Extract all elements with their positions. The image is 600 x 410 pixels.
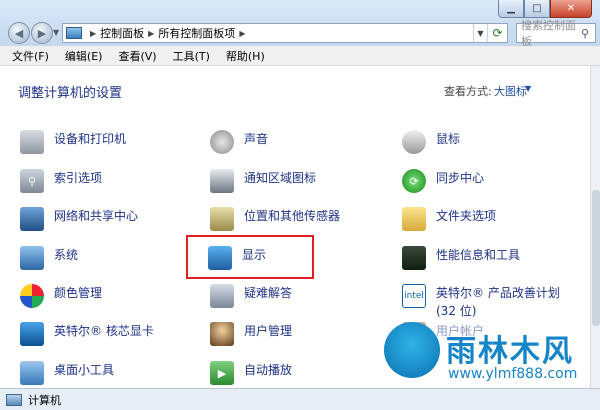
back-button[interactable]: ◀ [8, 22, 30, 44]
display-highlight-box [186, 235, 314, 279]
users-icon [210, 322, 234, 346]
control-panel-icon [66, 27, 82, 39]
printer-icon [20, 130, 44, 154]
item-indexing[interactable]: ⚲ 索引选项 [20, 169, 102, 193]
search-input[interactable]: 搜索控制面板 [521, 17, 581, 49]
item-devices-printers[interactable]: 设备和打印机 [20, 130, 126, 154]
forward-button[interactable]: ▶ [31, 22, 53, 44]
window-controls: ▁ □ ✕ [498, 0, 592, 18]
menu-file[interactable]: 文件(F) [4, 48, 57, 64]
computer-icon [20, 246, 44, 270]
item-troubleshooting[interactable]: 疑难解答 [210, 284, 292, 308]
search-icon[interactable]: ⚲ [581, 27, 595, 40]
network-icon [20, 207, 44, 231]
breadcrumb-separator-icon[interactable]: ▶ [148, 29, 154, 38]
magnifier-icon: ⚲ [20, 169, 44, 193]
folder-icon [402, 207, 426, 231]
sensor-icon [210, 207, 234, 231]
minimize-button[interactable]: ▁ [498, 0, 524, 18]
item-color-management[interactable]: 颜色管理 [20, 284, 102, 308]
mouse-icon [402, 130, 426, 154]
view-by-label: 查看方式: [444, 85, 492, 98]
gadgets-icon [20, 361, 44, 385]
item-performance[interactable]: 性能信息和工具 [402, 246, 520, 270]
intel-logo-icon: intel [402, 284, 426, 308]
item-notification-icons[interactable]: 通知区域图标 [210, 169, 316, 193]
computer-icon [6, 393, 22, 406]
item-desktop-gadgets[interactable]: 桌面小工具 [20, 361, 114, 385]
title-bar: ▁ □ ✕ ◀ ▶ ▼ ▶ 控制面板 ▶ 所有控制面板项 ▶ ▼ ⟳ 搜索控制面… [0, 0, 600, 48]
item-autoplay[interactable]: ▶ 自动播放 [210, 361, 292, 385]
autoplay-icon: ▶ [210, 361, 234, 385]
menu-tools[interactable]: 工具(T) [165, 48, 218, 64]
item-intel-graphics[interactable]: 英特尔® 核芯显卡 [20, 322, 154, 346]
menu-view[interactable]: 查看(V) [110, 48, 164, 64]
watermark-logo-icon [384, 322, 440, 378]
color-wheel-icon [20, 284, 44, 308]
page-title: 调整计算机的设置 [18, 86, 123, 101]
back-arrow-icon: ◀ [14, 26, 24, 40]
view-by-selector[interactable]: 大图标 [494, 83, 527, 99]
scrollbar-thumb[interactable] [592, 190, 600, 326]
address-bar[interactable]: ▶ 控制面板 ▶ 所有控制面板项 ▶ ▼ ⟳ [62, 23, 508, 43]
status-bar: 计算机 [0, 388, 600, 410]
item-location-sensors[interactable]: 位置和其他传感器 [210, 207, 340, 231]
refresh-icon[interactable]: ⟳ [487, 24, 507, 42]
item-sound[interactable]: 声音 [210, 130, 268, 154]
speaker-icon [210, 130, 234, 154]
item-mouse[interactable]: 鼠标 [402, 130, 460, 154]
maximize-button[interactable]: □ [524, 0, 550, 18]
close-button[interactable]: ✕ [550, 0, 592, 18]
watermark-url: www.ylmf888.com [448, 366, 578, 382]
item-sync-center[interactable]: ⟳ 同步中心 [402, 169, 484, 193]
menu-edit[interactable]: 编辑(E) [57, 48, 111, 64]
item-network-sharing[interactable]: 网络和共享中心 [20, 207, 138, 231]
status-text: 计算机 [28, 393, 61, 407]
item-user-management[interactable]: 用户管理 [210, 322, 292, 346]
recent-pages-dropdown[interactable]: ▼ [53, 28, 59, 37]
breadcrumb-separator-icon[interactable]: ▶ [90, 29, 96, 38]
item-system[interactable]: 系统 [20, 246, 78, 270]
troubleshoot-icon [210, 284, 234, 308]
menu-bar: 文件(F) 编辑(E) 查看(V) 工具(T) 帮助(H) [0, 46, 600, 66]
breadcrumb-all-items[interactable]: 所有控制面板项 [158, 25, 235, 41]
item-folder-options[interactable]: 文件夹选项 [402, 207, 496, 231]
breadcrumb-separator-icon[interactable]: ▶ [239, 29, 245, 38]
taskbar-icon [210, 169, 234, 193]
watermark: 雨林木风 www.ylmf888.com [378, 318, 600, 390]
breadcrumb-control-panel[interactable]: 控制面板 [100, 25, 144, 41]
menu-help[interactable]: 帮助(H) [218, 48, 273, 64]
item-intel-program[interactable]: intel 英特尔® 产品改善计划 (32 位) [402, 284, 560, 320]
search-box[interactable]: 搜索控制面板 ⚲ [516, 19, 596, 48]
performance-meter-icon [402, 246, 426, 270]
intel-graphics-icon [20, 322, 44, 346]
forward-arrow-icon: ▶ [37, 26, 47, 40]
view-dropdown-icon[interactable]: ▼ [525, 84, 531, 93]
sync-icon: ⟳ [402, 169, 426, 193]
address-dropdown-icon[interactable]: ▼ [473, 24, 487, 42]
watermark-title: 雨林木风 [446, 334, 574, 369]
